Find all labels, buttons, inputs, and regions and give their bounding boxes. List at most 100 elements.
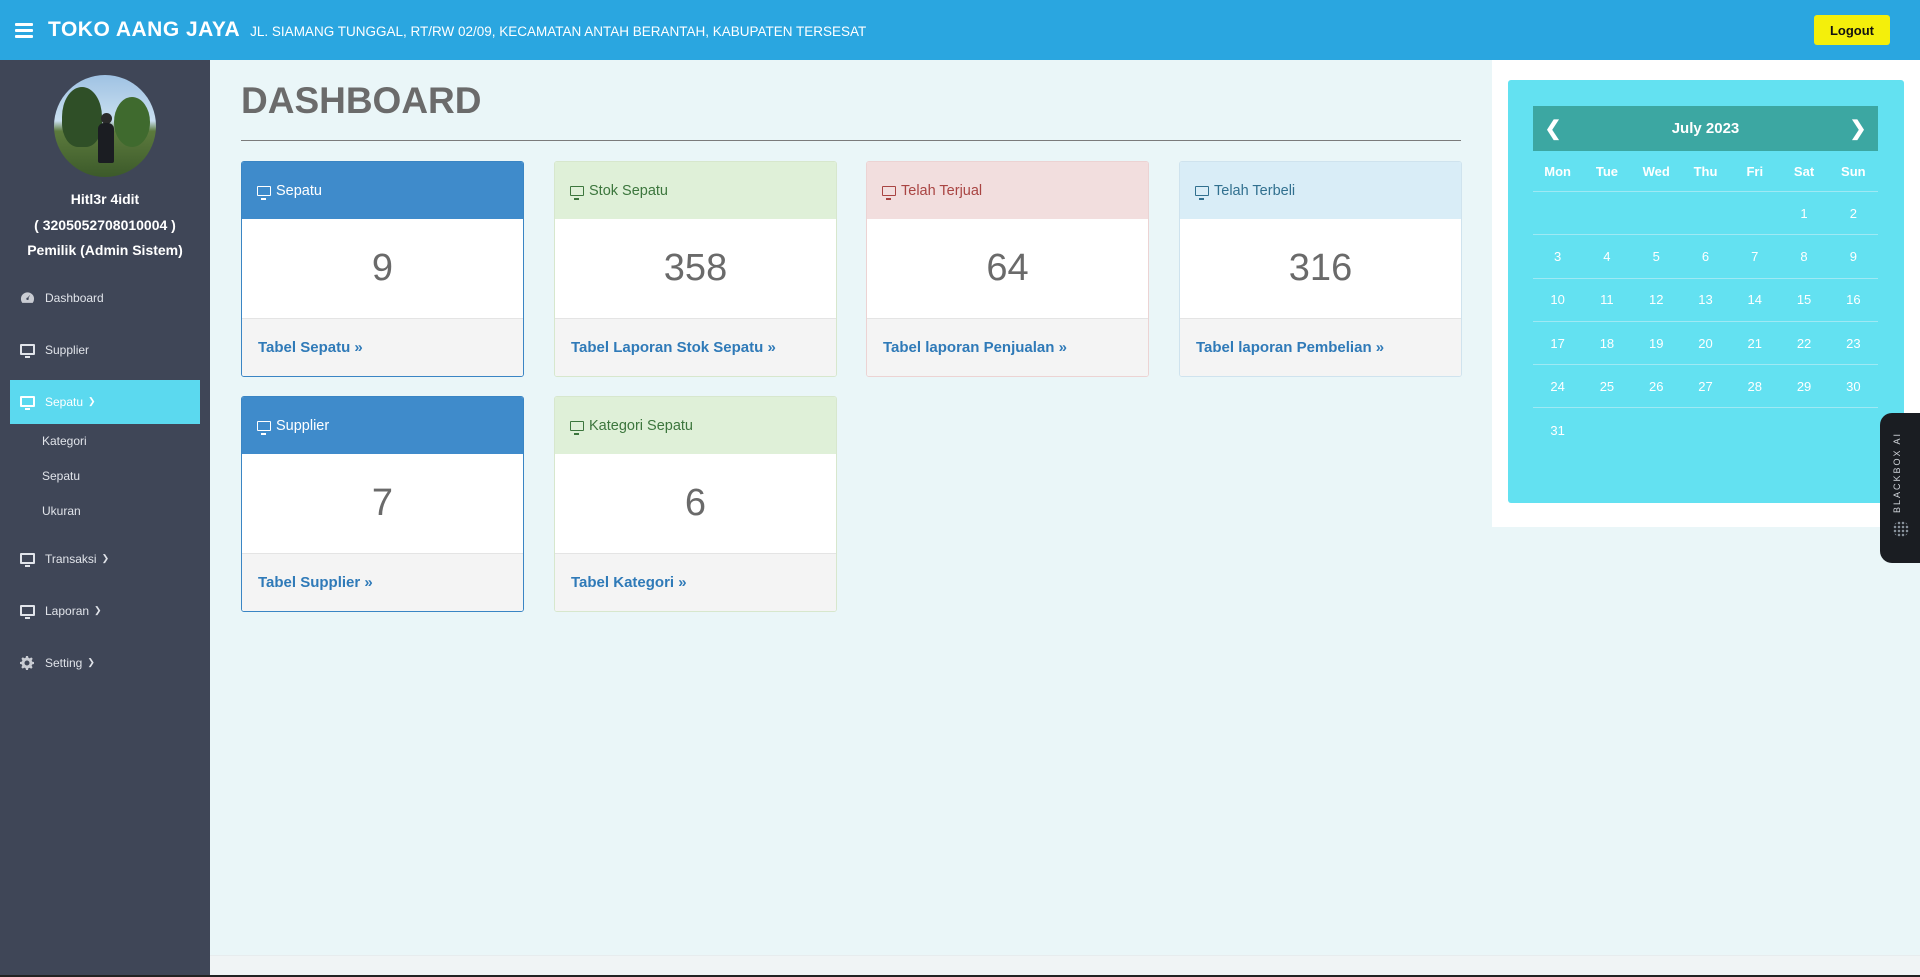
card-link-label: Tabel laporan Pembelian xyxy=(1196,339,1372,356)
card-link-label: Tabel Kategori xyxy=(571,574,675,591)
weekday-label: Sun xyxy=(1841,164,1866,179)
calendar-day[interactable]: 25 xyxy=(1582,379,1631,394)
calendar-day[interactable]: 16 xyxy=(1829,292,1878,307)
calendar-day[interactable]: 15 xyxy=(1779,292,1828,307)
brand-title: TOKO AANG JAYA xyxy=(48,18,241,41)
calendar-day[interactable]: 11 xyxy=(1582,292,1631,307)
card-link-pembelian[interactable]: Tabel laporan Pembelian » xyxy=(1180,319,1461,376)
sidebar-item-laporan[interactable]: Laporan ❯ xyxy=(0,589,210,633)
calendar-day[interactable]: 23 xyxy=(1829,336,1878,351)
sidebar-item-label: Transaksi xyxy=(45,551,97,566)
calendar-day[interactable]: 4 xyxy=(1582,249,1631,264)
footer-strip xyxy=(210,955,1920,975)
calendar-weekdays: Mon Tue Wed Thu Fri Sat Sun xyxy=(1533,152,1878,192)
calendar-day[interactable]: 21 xyxy=(1730,336,1779,351)
chevron-down-icon: ❯ xyxy=(101,553,110,563)
monitor-icon xyxy=(1195,185,1209,200)
calendar-day[interactable]: 12 xyxy=(1632,292,1681,307)
calendar-day[interactable]: 1 xyxy=(1779,206,1828,221)
calendar-day[interactable]: 24 xyxy=(1533,379,1582,394)
user-info: Hitl3r 4idit ( 3205052708010004 ) Pemili… xyxy=(0,187,210,264)
calendar-grid: Mon Tue Wed Thu Fri Sat Sun 1 2 3 4 5 6 7 8 9 10 1… xyxy=(1533,152,1878,452)
submenu-item-kategori[interactable]: Kategori xyxy=(42,424,210,459)
card-value: 358 xyxy=(555,219,836,319)
calendar-day[interactable]: 30 xyxy=(1829,379,1878,394)
calendar-day[interactable]: 13 xyxy=(1681,292,1730,307)
dashboard-icon xyxy=(20,291,37,304)
card-header: Stok Sepatu xyxy=(555,162,836,219)
double-chevron-right-icon: » xyxy=(364,574,373,591)
monitor-icon xyxy=(20,344,37,358)
calendar-day[interactable]: 20 xyxy=(1681,336,1730,351)
sidebar-item-label: Dashboard xyxy=(45,290,104,305)
card-value: 316 xyxy=(1180,219,1461,319)
double-chevron-right-icon: » xyxy=(767,339,776,356)
hamburger-menu-icon[interactable] xyxy=(15,22,33,38)
user-role: Pemilik (Admin Sistem) xyxy=(27,242,183,258)
calendar-day[interactable]: 19 xyxy=(1632,336,1681,351)
weekday-label: Wed xyxy=(1642,164,1670,179)
calendar-day[interactable]: 14 xyxy=(1730,292,1779,307)
card-title: Kategori Sepatu xyxy=(589,417,693,434)
calendar-day[interactable]: 6 xyxy=(1681,249,1730,264)
calendar-day[interactable]: 17 xyxy=(1533,336,1582,351)
calendar-day[interactable]: 10 xyxy=(1533,292,1582,307)
card-link-label: Tabel Supplier xyxy=(258,574,361,591)
card-sepatu: Sepatu 9 Tabel Sepatu » xyxy=(241,161,524,377)
calendar-day[interactable]: 31 xyxy=(1533,423,1582,438)
calendar-day[interactable]: 3 xyxy=(1533,249,1582,264)
logout-button[interactable]: Logout xyxy=(1814,15,1890,45)
sidebar-item-dashboard[interactable]: Dashboard xyxy=(0,276,210,320)
calendar-day[interactable]: 9 xyxy=(1829,249,1878,264)
calendar-day[interactable]: 7 xyxy=(1730,249,1779,264)
calendar-day[interactable]: 5 xyxy=(1632,249,1681,264)
user-id: ( 3205052708010004 ) xyxy=(34,216,176,233)
card-value: 7 xyxy=(242,454,523,554)
user-name: Hitl3r 4idit xyxy=(70,191,140,207)
calendar-day[interactable]: 29 xyxy=(1779,379,1828,394)
card-stok-sepatu: Stok Sepatu 358 Tabel Laporan Stok Sepat… xyxy=(554,161,837,377)
calendar-day[interactable]: 26 xyxy=(1632,379,1681,394)
submenu-item-sepatu[interactable]: Sepatu xyxy=(42,459,210,494)
calendar-day[interactable]: 28 xyxy=(1730,379,1779,394)
card-header: Supplier xyxy=(242,397,523,454)
double-chevron-right-icon: » xyxy=(1058,339,1067,356)
ai-logo-icon xyxy=(1893,521,1909,537)
calendar-day[interactable]: 27 xyxy=(1681,379,1730,394)
double-chevron-right-icon: » xyxy=(354,339,363,356)
card-link-supplier[interactable]: Tabel Supplier » xyxy=(242,554,523,611)
monitor-icon xyxy=(882,185,896,200)
card-link-penjualan[interactable]: Tabel laporan Penjualan » xyxy=(867,319,1148,376)
calendar-day[interactable]: 18 xyxy=(1582,336,1631,351)
double-chevron-right-icon: » xyxy=(1375,339,1385,356)
sidebar-item-sepatu[interactable]: Sepatu ❯ xyxy=(10,379,200,424)
sidebar-item-transaksi[interactable]: Transaksi ❯ xyxy=(0,537,210,581)
calendar-month-label: July 2023 xyxy=(1671,120,1740,137)
card-link-label: Tabel laporan Penjualan xyxy=(883,339,1055,356)
card-value: 6 xyxy=(555,454,836,554)
calendar-panel: ❮ July 2023 ❯ Mon Tue Wed Thu Fri Sat Su… xyxy=(1492,60,1920,527)
card-telah-terbeli: Telah Terbeli 316 Tabel laporan Pembelia… xyxy=(1179,161,1462,377)
sidebar-item-supplier[interactable]: Supplier xyxy=(0,328,210,372)
card-link-label: Tabel Sepatu xyxy=(258,339,351,356)
gear-icon xyxy=(20,655,37,670)
weekday-label: Sat xyxy=(1793,164,1815,179)
calendar-day[interactable]: 8 xyxy=(1779,249,1828,264)
sidebar-item-label: Supplier xyxy=(45,342,90,357)
calendar-day[interactable]: 22 xyxy=(1779,336,1828,351)
submenu-item-ukuran[interactable]: Ukuran xyxy=(42,494,210,529)
card-header: Telah Terbeli xyxy=(1180,162,1461,219)
card-title: Supplier xyxy=(276,417,330,434)
card-link-tabel-sepatu[interactable]: Tabel Sepatu » xyxy=(242,319,523,376)
double-chevron-right-icon: » xyxy=(678,574,687,591)
blackbox-ai-widget[interactable]: BLACKBOX AI xyxy=(1880,413,1920,563)
chevron-right-icon[interactable]: ❯ xyxy=(1838,116,1878,141)
card-link-stok-sepatu[interactable]: Tabel Laporan Stok Sepatu » xyxy=(555,319,836,376)
chevron-left-icon[interactable]: ❮ xyxy=(1533,116,1573,141)
sidebar: Hitl3r 4idit ( 3205052708010004 ) Pemili… xyxy=(0,60,210,977)
card-header: Kategori Sepatu xyxy=(555,397,836,454)
card-link-kategori[interactable]: Tabel Kategori » xyxy=(555,554,836,611)
calendar-header: ❮ July 2023 ❯ xyxy=(1533,106,1878,151)
calendar-day[interactable]: 2 xyxy=(1829,206,1878,221)
sidebar-item-setting[interactable]: Setting ❯ xyxy=(0,641,210,685)
